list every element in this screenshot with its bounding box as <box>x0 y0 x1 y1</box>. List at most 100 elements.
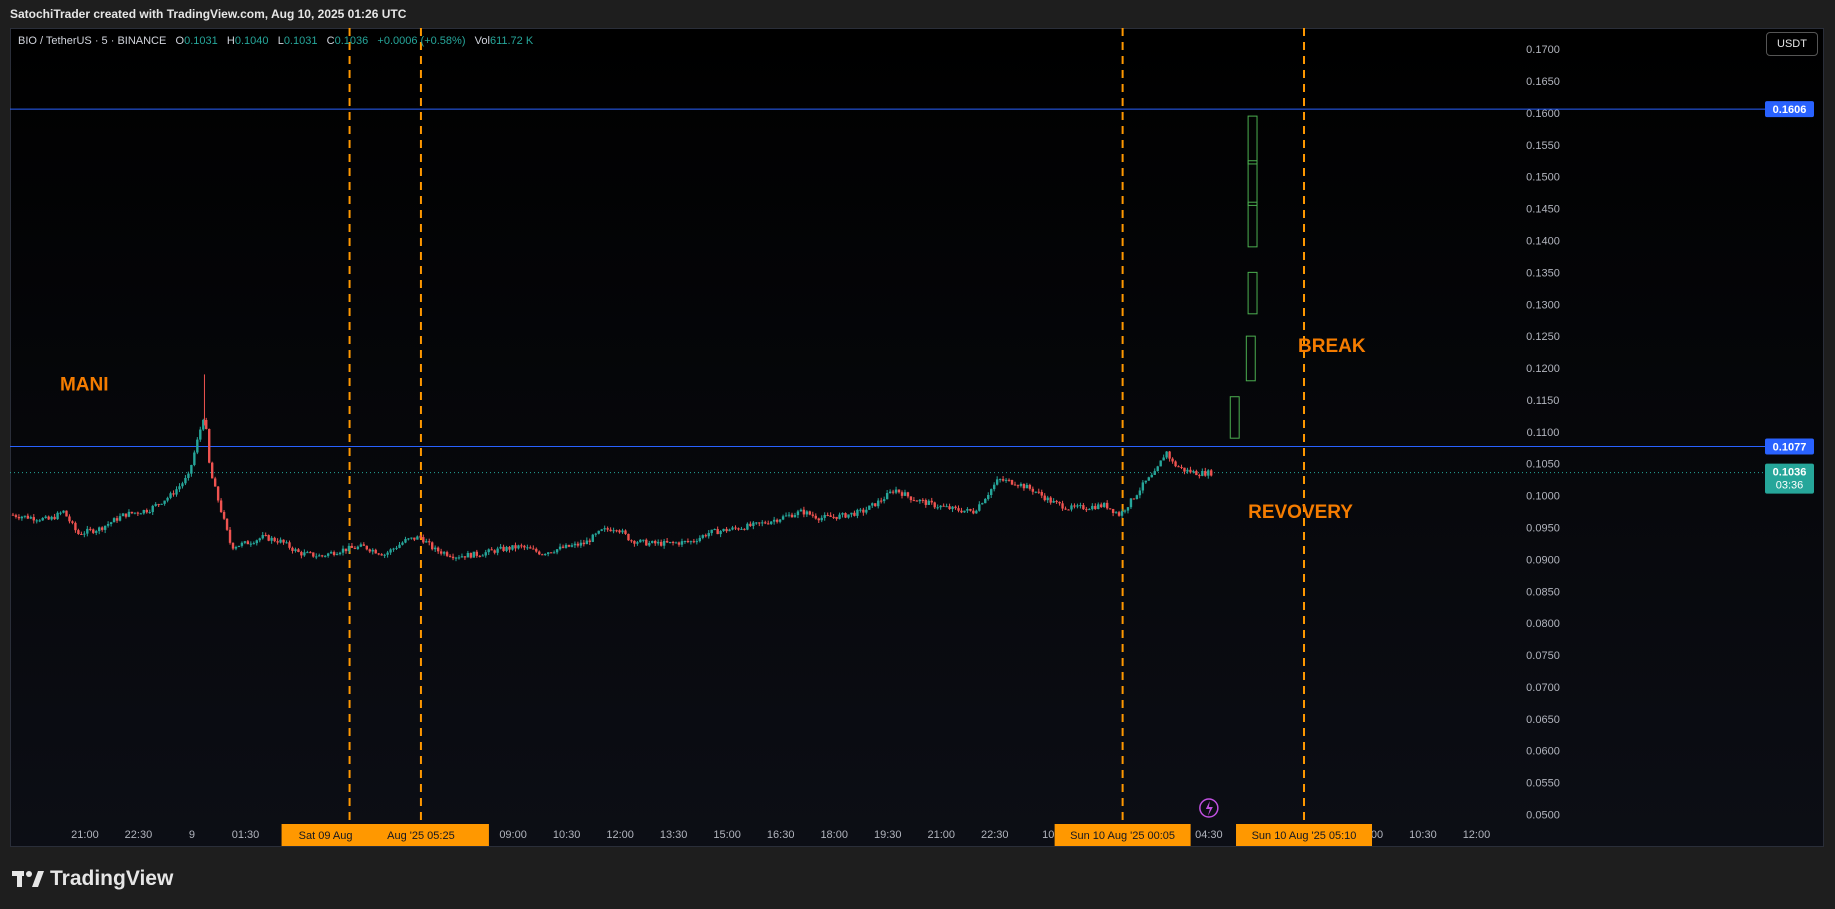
projection-box[interactable] <box>1229 396 1240 439</box>
candle-body <box>294 549 297 551</box>
candle-body <box>731 527 734 530</box>
candle-body <box>784 515 788 517</box>
projection-box[interactable] <box>1247 271 1258 315</box>
candle-body <box>484 552 487 556</box>
candle-body <box>600 529 603 531</box>
time-label-text: Sun 10 Aug '25 00:05 <box>1070 830 1175 842</box>
candle-body <box>1073 505 1076 507</box>
candle-body <box>490 549 493 551</box>
projection-box[interactable] <box>1245 335 1256 382</box>
candle-body <box>285 542 288 544</box>
candle-body <box>633 540 636 544</box>
candle-body <box>805 511 809 515</box>
candle-body <box>606 528 609 530</box>
candle-body <box>1034 491 1038 493</box>
candle-body <box>68 516 71 522</box>
candle-body <box>213 478 217 487</box>
candle-body <box>627 533 630 541</box>
y-tick-label: 0.1500 <box>1526 172 1560 184</box>
candle-body <box>624 530 627 534</box>
candle-body <box>564 544 568 548</box>
candle-body <box>1013 484 1017 486</box>
candle-body <box>793 515 797 518</box>
price-chart[interactable]: 0.1700 0.1650 0.1600 0.1550 0.1500 0.1450 0.14… <box>0 0 1835 909</box>
candle-body <box>561 546 565 548</box>
high-value: 0.1040 <box>234 35 269 47</box>
candle-body <box>716 529 719 535</box>
candle-body <box>746 523 749 530</box>
y-tick-label: 0.0650 <box>1526 714 1560 726</box>
x-tick-label: 21:00 <box>71 829 99 841</box>
candle-body <box>315 556 318 558</box>
candle-body <box>921 499 925 501</box>
candle-body <box>1025 484 1029 489</box>
candle-body <box>1198 475 1201 477</box>
candle-body <box>939 505 942 508</box>
candle-body <box>157 504 160 506</box>
y-tick-label: 0.1350 <box>1526 267 1560 279</box>
currency-button[interactable]: USDT <box>1766 32 1818 56</box>
candle-body <box>216 486 220 501</box>
projection-box[interactable] <box>1247 201 1258 248</box>
x-tick-label: 22:30 <box>125 829 153 841</box>
candle-body <box>541 554 544 556</box>
x-tick-label: 01:30 <box>232 829 260 841</box>
candle-body <box>532 548 535 550</box>
candle-body <box>41 517 44 521</box>
candle-body <box>184 477 187 484</box>
candle-body <box>719 531 722 535</box>
candle-body <box>802 509 806 515</box>
candle-body <box>639 539 642 543</box>
candle-body <box>377 553 380 555</box>
candle-body <box>332 552 336 555</box>
candle-body <box>1102 502 1106 507</box>
y-tick-label: 0.1300 <box>1526 299 1560 311</box>
candle-body <box>181 483 184 487</box>
candle-body <box>630 540 633 542</box>
candle-body <box>282 539 285 543</box>
candle-body <box>877 500 880 507</box>
candle-body <box>576 543 580 546</box>
candle-body <box>1147 477 1150 481</box>
candle-body <box>1174 461 1177 467</box>
x-tick-label: 15:00 <box>713 829 741 841</box>
candle-body <box>425 541 428 543</box>
candle-body <box>656 541 660 544</box>
candle-body <box>323 555 327 557</box>
candle-body <box>1153 471 1156 475</box>
symbol-label[interactable]: BIO / TetherUS · 5 · BINANCE <box>18 35 166 47</box>
projection-box[interactable] <box>1247 160 1258 206</box>
candle-body <box>178 486 181 490</box>
candle-body <box>662 540 666 546</box>
candle-body <box>514 545 517 549</box>
candle-body <box>1055 501 1058 503</box>
candle-body <box>963 510 966 513</box>
close-value: 0.1036 <box>334 35 369 47</box>
candle-body <box>844 513 847 518</box>
candle-body <box>14 515 18 517</box>
candle-body <box>1111 508 1115 513</box>
candle-body <box>570 545 574 547</box>
candle-body <box>981 503 984 505</box>
candle-body <box>493 550 496 553</box>
tradingview-logo[interactable]: TradingView <box>12 867 173 891</box>
candle-body <box>722 528 725 532</box>
candle-body <box>1108 508 1112 510</box>
candle-body <box>1052 501 1055 503</box>
candle-body <box>1141 482 1145 491</box>
candle-body <box>80 533 83 535</box>
candle-body <box>850 512 853 515</box>
candle-body <box>77 530 80 534</box>
candle-body <box>588 540 592 542</box>
candle-body <box>231 542 235 549</box>
candle-body <box>1070 505 1073 510</box>
candle-body <box>1100 504 1103 507</box>
projection-box[interactable] <box>1247 115 1258 165</box>
candle-body <box>359 544 363 547</box>
candle-body <box>853 512 856 516</box>
candle-body <box>659 541 663 546</box>
candle-body <box>205 419 208 429</box>
candle-body <box>1186 469 1189 472</box>
x-tick-label: 13:30 <box>660 829 688 841</box>
candle-body <box>118 516 122 521</box>
